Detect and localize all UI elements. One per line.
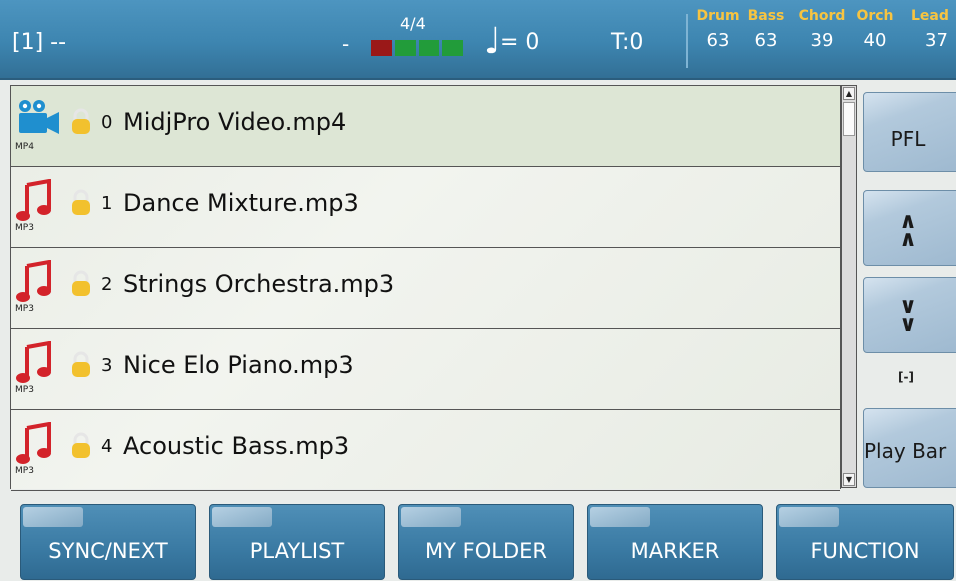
style-indicator: -	[342, 32, 350, 56]
my-folder-button[interactable]: MY FOLDER	[398, 504, 574, 580]
channel-drum: Drum 63	[693, 8, 743, 51]
beat-4	[442, 40, 463, 56]
list-item[interactable]: MP3 2 Strings Orchestra.mp3	[11, 248, 840, 329]
channel-volume: 39	[810, 30, 834, 51]
file-type-label: MP3	[15, 304, 34, 314]
channel-label: Lead	[911, 8, 949, 24]
double-chevron-up-icon: ∧ ∧	[899, 209, 917, 252]
channel-volume: 37	[925, 30, 948, 51]
function-label: FUNCTION	[810, 539, 920, 563]
music-note-icon: MP3	[15, 259, 61, 316]
status-header: [1] -- - 4/4 ♩ = 0 T:0 Drum 63 Bass 63 C…	[0, 0, 956, 80]
file-type-label: MP3	[15, 466, 34, 476]
playlist-button[interactable]: PLAYLIST	[209, 504, 385, 580]
lock-icon	[69, 351, 93, 383]
file-index: 0	[101, 112, 113, 133]
divider	[686, 14, 688, 68]
channel-label: Bass	[747, 8, 785, 24]
file-name: Nice Elo Piano.mp3	[123, 351, 354, 379]
play-bar-label: Play Bar	[864, 439, 947, 463]
pfl-label: PFL	[890, 127, 926, 151]
beat-1	[371, 40, 392, 56]
pfl-button[interactable]: PFL	[863, 92, 956, 172]
list-item[interactable]: MP3 4 Acoustic Bass.mp3	[11, 410, 840, 491]
file-name: Acoustic Bass.mp3	[123, 432, 350, 460]
file-index: 2	[101, 274, 113, 295]
file-type-label: MP3	[15, 385, 34, 395]
music-note-icon: MP3	[15, 340, 61, 397]
music-note-icon: MP3	[15, 421, 61, 478]
music-note-icon: MP3	[15, 178, 61, 235]
scroll-down-arrow-icon[interactable]: ▼	[843, 473, 855, 486]
file-index: 4	[101, 436, 113, 457]
marker-label: MARKER	[630, 539, 720, 563]
file-type-label: MP4	[15, 142, 34, 152]
list-item[interactable]: MP3 3 Nice Elo Piano.mp3	[11, 329, 840, 410]
marker-button[interactable]: MARKER	[587, 504, 763, 580]
scroll-up-arrow-icon[interactable]: ▲	[843, 87, 855, 100]
file-name: MidjPro Video.mp4	[123, 108, 347, 136]
play-bar-button[interactable]: Play Bar	[863, 408, 956, 488]
song-indicator: [1] --	[12, 30, 67, 55]
video-camera-icon: MP4	[15, 98, 61, 154]
channel-bass: Bass 63	[744, 8, 788, 51]
scroll-thumb[interactable]	[843, 102, 855, 136]
page-down-button[interactable]: ∨ ∨	[863, 277, 956, 353]
sync-next-label: SYNC/NEXT	[48, 539, 168, 563]
channel-label: Chord	[798, 8, 846, 24]
time-signature: 4/4	[400, 14, 426, 33]
function-button[interactable]: FUNCTION	[776, 504, 954, 580]
file-name: Strings Orchestra.mp3	[123, 270, 395, 298]
page-up-button[interactable]: ∧ ∧	[863, 190, 956, 266]
beat-3	[418, 40, 440, 56]
list-item[interactable]: MP3 1 Dance Mixture.mp3	[11, 167, 840, 248]
my-folder-label: MY FOLDER	[425, 539, 547, 563]
transpose-value: T:0	[611, 30, 644, 55]
lock-icon	[69, 108, 93, 140]
lock-icon	[69, 432, 93, 464]
channel-orch: Orch 40	[852, 8, 898, 51]
file-index: 3	[101, 355, 113, 376]
lock-icon	[69, 189, 93, 221]
file-list: MP4 0 MidjPro Video.mp4 MP3 1 Dance Mixt…	[10, 85, 841, 491]
channel-chord: Chord 39	[797, 8, 847, 51]
channel-volume: 63	[706, 30, 730, 51]
double-chevron-down-icon: ∨ ∨	[899, 294, 917, 337]
selection-indicator: [-]	[898, 370, 914, 384]
list-item[interactable]: MP4 0 MidjPro Video.mp4	[11, 86, 840, 167]
channel-volume: 40	[863, 30, 887, 51]
channel-label: Orch	[856, 8, 894, 24]
beat-indicator	[371, 40, 463, 56]
file-type-label: MP3	[15, 223, 34, 233]
playlist-label: PLAYLIST	[249, 539, 345, 563]
file-name: Dance Mixture.mp3	[123, 189, 359, 217]
list-scrollbar[interactable]: ▲ ▼	[841, 85, 857, 488]
file-index: 1	[101, 193, 113, 214]
channel-lead: Lead 37	[911, 8, 955, 51]
lock-icon	[69, 270, 93, 302]
sync-next-button[interactable]: SYNC/NEXT	[20, 504, 196, 580]
channel-volume: 63	[754, 30, 778, 51]
tempo-value: = 0	[500, 30, 540, 55]
beat-2	[394, 40, 416, 56]
quarter-note-icon: ♩	[484, 21, 501, 62]
channel-label: Drum	[696, 8, 740, 24]
